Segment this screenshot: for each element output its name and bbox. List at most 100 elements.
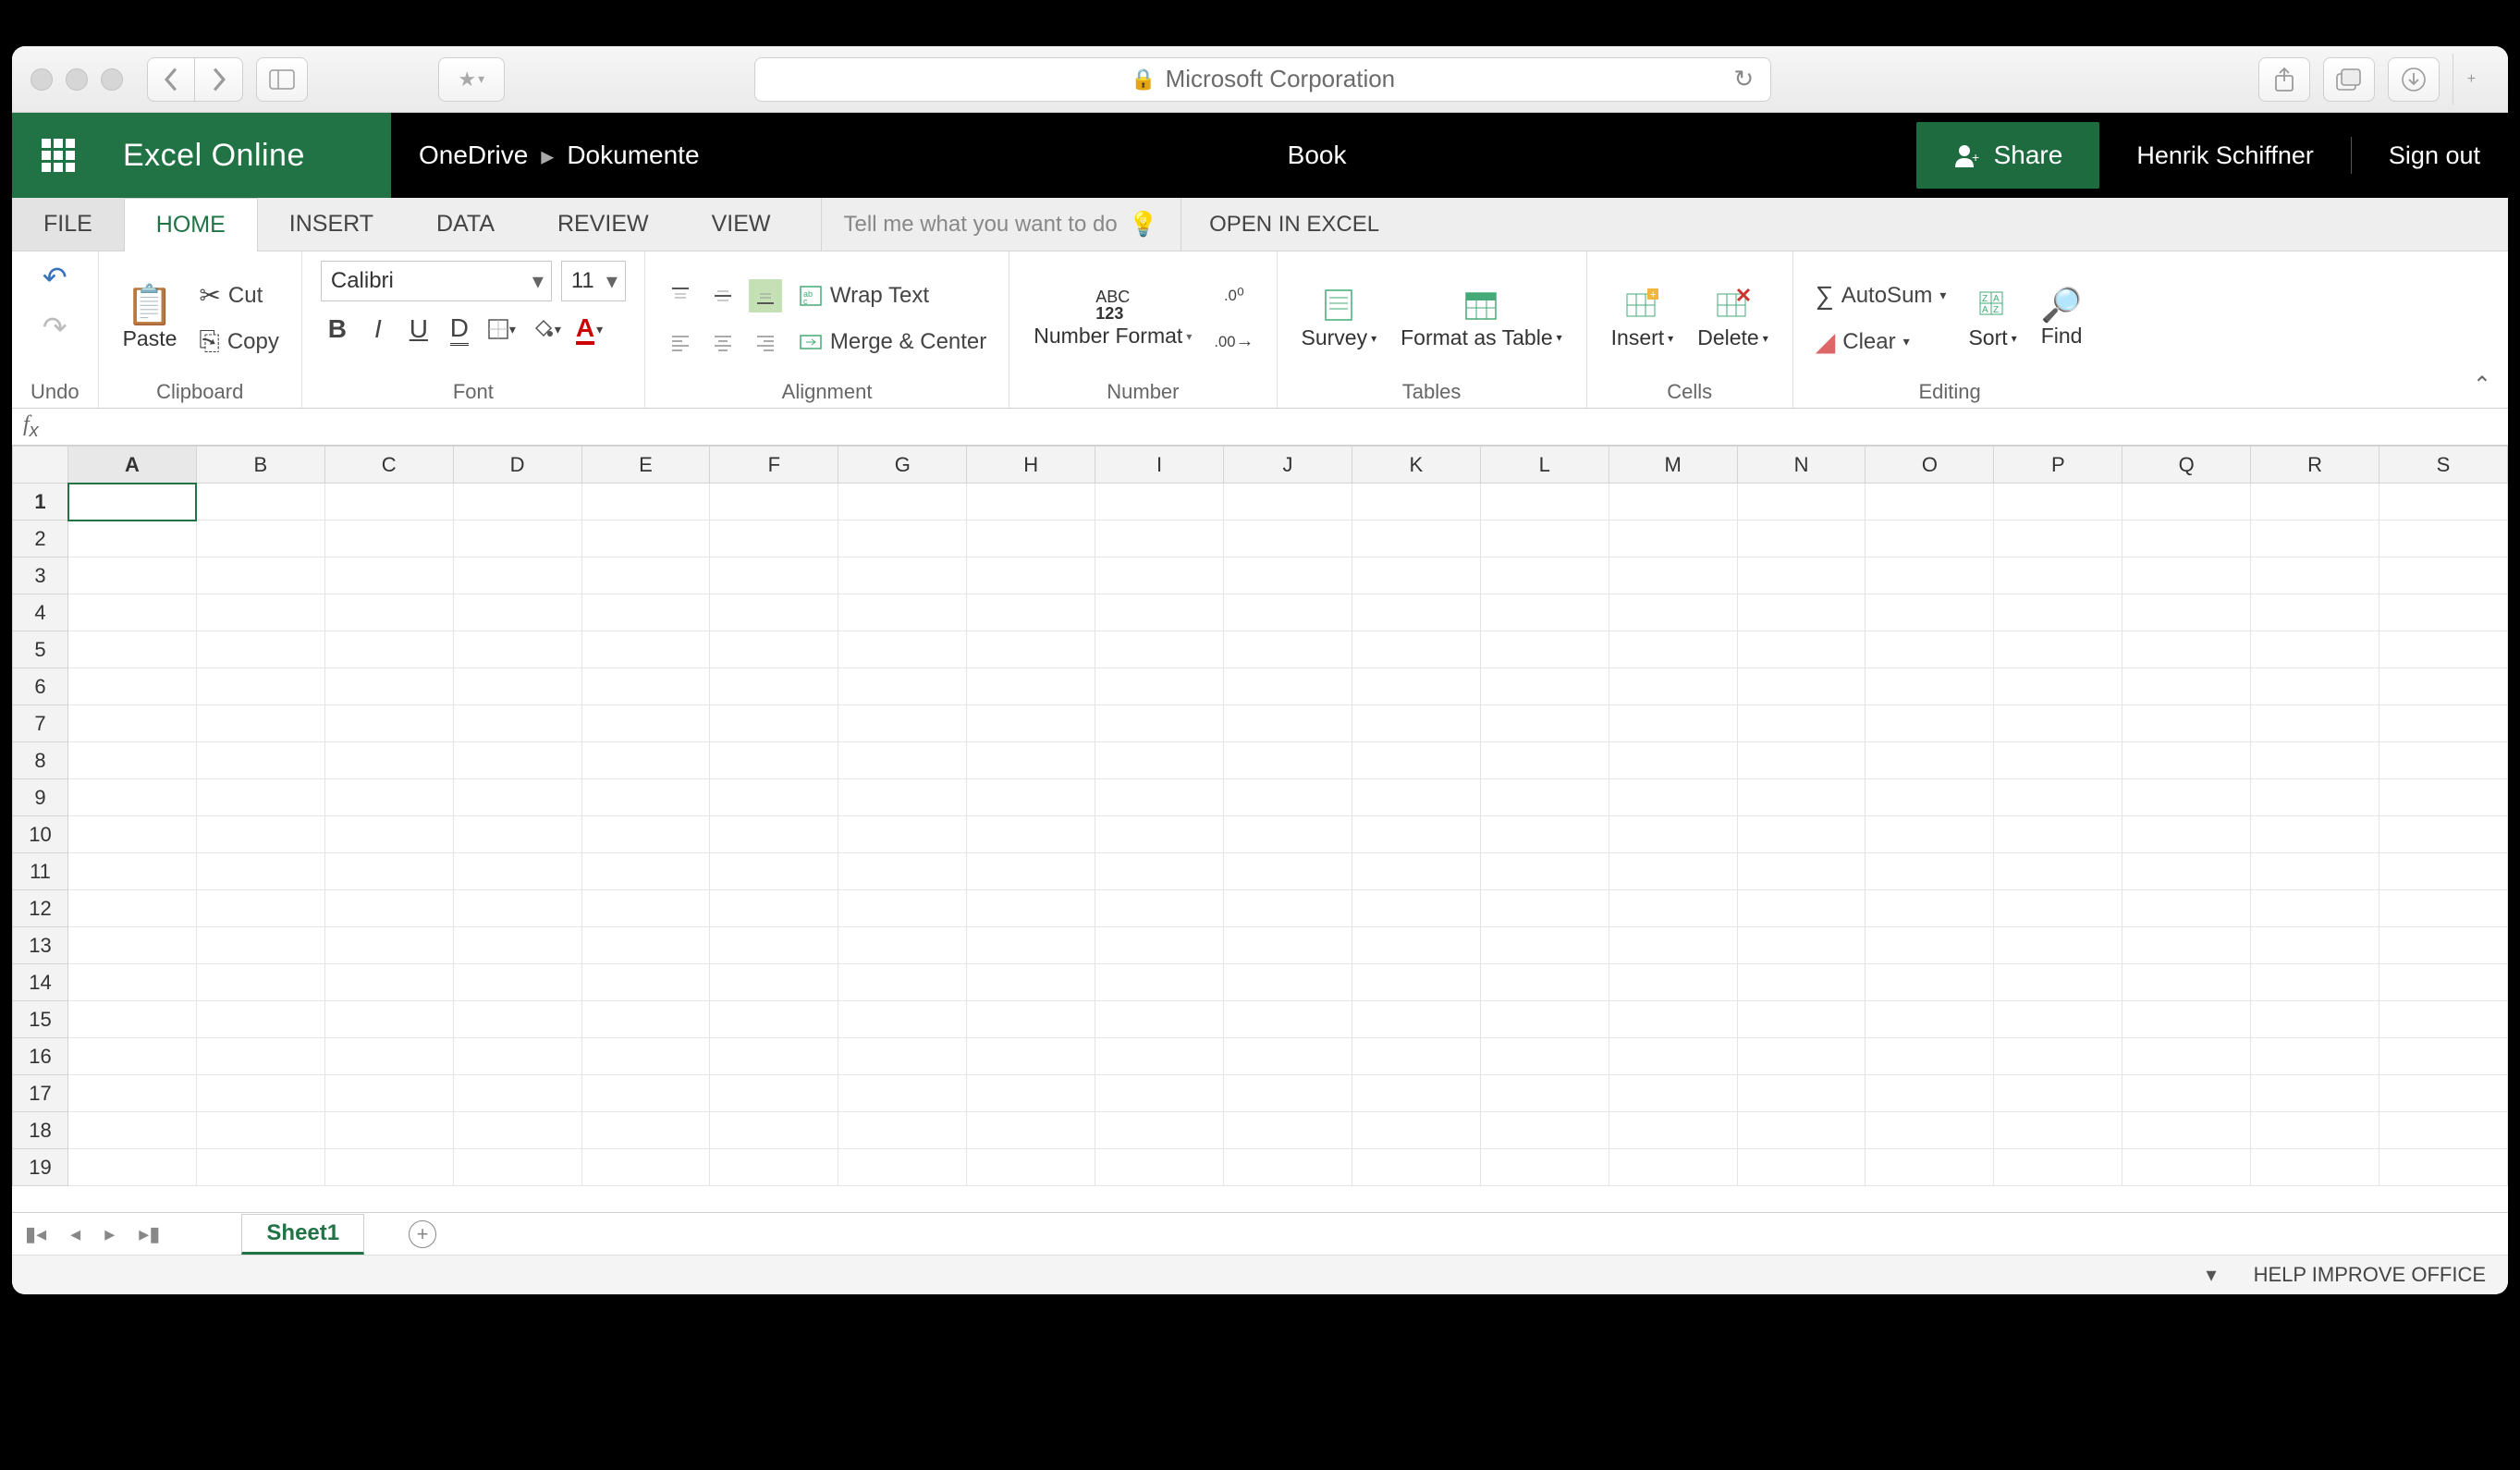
cell[interactable]	[710, 1075, 838, 1112]
cell[interactable]	[838, 927, 967, 964]
cell[interactable]	[710, 1038, 838, 1075]
cell[interactable]	[2379, 631, 2508, 668]
cell[interactable]	[1737, 521, 1866, 557]
cell[interactable]	[1095, 631, 1224, 668]
column-header[interactable]: O	[1866, 447, 1994, 484]
cell[interactable]	[1352, 816, 1480, 853]
column-header[interactable]: M	[1609, 447, 1737, 484]
cell[interactable]	[1224, 631, 1352, 668]
status-menu-caret[interactable]: ▾	[2207, 1263, 2217, 1287]
cell[interactable]	[324, 668, 453, 705]
cell[interactable]	[1095, 594, 1224, 631]
cell[interactable]	[710, 484, 838, 521]
reload-icon[interactable]: ↻	[1733, 65, 1754, 93]
cell[interactable]	[1994, 1149, 2122, 1186]
row-header[interactable]: 8	[13, 742, 68, 779]
row-header[interactable]: 16	[13, 1038, 68, 1075]
cell[interactable]	[2379, 594, 2508, 631]
cell[interactable]	[1994, 964, 2122, 1001]
cell[interactable]	[1866, 890, 1994, 927]
cell[interactable]	[838, 594, 967, 631]
align-bottom-button[interactable]	[749, 279, 782, 312]
cell[interactable]	[1609, 705, 1737, 742]
cell[interactable]	[196, 1149, 324, 1186]
insert-cells-button[interactable]: + Insert▾	[1606, 285, 1680, 352]
cell[interactable]	[1737, 964, 1866, 1001]
cell[interactable]	[1224, 890, 1352, 927]
cell[interactable]	[68, 779, 197, 816]
cell[interactable]	[453, 1112, 581, 1149]
column-header[interactable]: J	[1224, 447, 1352, 484]
cell[interactable]	[1224, 779, 1352, 816]
cell[interactable]	[2251, 1038, 2379, 1075]
cell[interactable]	[1737, 890, 1866, 927]
cell[interactable]	[453, 631, 581, 668]
cell[interactable]	[1737, 484, 1866, 521]
cell[interactable]	[1352, 668, 1480, 705]
forward-button[interactable]	[195, 57, 243, 102]
sidebar-toggle-icon[interactable]	[256, 57, 308, 102]
column-header[interactable]: L	[1480, 447, 1609, 484]
cell[interactable]	[453, 853, 581, 890]
delete-cells-button[interactable]: Delete▾	[1692, 285, 1774, 352]
cell[interactable]	[1352, 1149, 1480, 1186]
cell[interactable]	[1095, 1038, 1224, 1075]
cell[interactable]	[68, 705, 197, 742]
cell[interactable]	[68, 816, 197, 853]
cell[interactable]	[324, 705, 453, 742]
cell[interactable]	[1480, 964, 1609, 1001]
cell[interactable]	[1480, 890, 1609, 927]
cell[interactable]	[324, 1112, 453, 1149]
column-header[interactable]: E	[581, 447, 710, 484]
cell[interactable]	[68, 1075, 197, 1112]
cell[interactable]	[2122, 742, 2251, 779]
cell[interactable]	[710, 964, 838, 1001]
cell[interactable]	[967, 1038, 1095, 1075]
cell[interactable]	[453, 1149, 581, 1186]
cell[interactable]	[1994, 816, 2122, 853]
cell[interactable]	[1352, 594, 1480, 631]
clear-button[interactable]: ◢ Clear ▾	[1812, 325, 1914, 359]
cell[interactable]	[1866, 668, 1994, 705]
cell[interactable]	[453, 594, 581, 631]
tabs-overview-button[interactable]	[2323, 57, 2375, 102]
cell[interactable]	[2251, 484, 2379, 521]
column-header[interactable]: R	[2251, 447, 2379, 484]
cell[interactable]	[1609, 1075, 1737, 1112]
cell[interactable]	[581, 484, 710, 521]
cell[interactable]	[1095, 816, 1224, 853]
column-header[interactable]: P	[1994, 447, 2122, 484]
cell[interactable]	[1994, 742, 2122, 779]
cell[interactable]	[838, 631, 967, 668]
cell[interactable]	[196, 705, 324, 742]
cell[interactable]	[1609, 594, 1737, 631]
cell[interactable]	[1224, 521, 1352, 557]
cell[interactable]	[1866, 705, 1994, 742]
cell[interactable]	[581, 594, 710, 631]
borders-button[interactable]: ▾	[483, 312, 520, 346]
cell[interactable]	[967, 742, 1095, 779]
cell[interactable]	[1095, 668, 1224, 705]
bold-button[interactable]: B	[321, 312, 354, 346]
cell[interactable]	[1352, 484, 1480, 521]
align-right-button[interactable]	[749, 325, 782, 359]
cell[interactable]	[1224, 1038, 1352, 1075]
cell[interactable]	[1609, 1001, 1737, 1038]
cell[interactable]	[1224, 1075, 1352, 1112]
row-header[interactable]: 14	[13, 964, 68, 1001]
cut-button[interactable]: ✂ Cut	[195, 279, 266, 312]
cell[interactable]	[1994, 668, 2122, 705]
cell[interactable]	[710, 521, 838, 557]
cell[interactable]	[1352, 705, 1480, 742]
cell[interactable]	[1480, 484, 1609, 521]
share-button[interactable]: + Share	[1916, 122, 2100, 189]
column-header[interactable]: K	[1352, 447, 1480, 484]
cell[interactable]	[2251, 742, 2379, 779]
sort-button[interactable]: ZAAZ Sort▾	[1963, 285, 2022, 352]
cell[interactable]	[1737, 816, 1866, 853]
cell[interactable]	[1480, 705, 1609, 742]
cell[interactable]	[1866, 1075, 1994, 1112]
cell[interactable]	[2122, 484, 2251, 521]
share-safari-button[interactable]	[2258, 57, 2310, 102]
cell[interactable]	[838, 742, 967, 779]
